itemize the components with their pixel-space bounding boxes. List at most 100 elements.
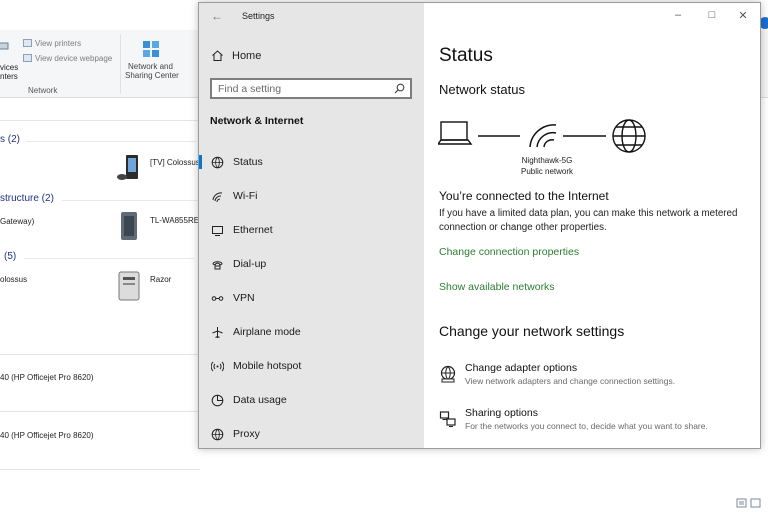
ribbon-group-network: Network bbox=[28, 86, 58, 95]
device-colossus[interactable]: olossus bbox=[0, 275, 27, 284]
show-available-networks-link[interactable]: Show available networks bbox=[439, 281, 555, 293]
device-tv-colossus[interactable]: [TV] Colossus bbox=[150, 158, 200, 167]
network-label: Nighthawk-5G Public network bbox=[516, 155, 578, 177]
sidebar-item-proxy[interactable]: Proxy bbox=[199, 420, 424, 448]
vpn-icon bbox=[210, 291, 224, 305]
limited-plan-text: If you have a limited data plan, you can… bbox=[439, 208, 738, 233]
devices-printers-icon bbox=[0, 42, 9, 50]
group-header-3[interactable]: (5) bbox=[4, 251, 16, 262]
status-icon bbox=[210, 155, 224, 169]
close-button[interactable]: ✕ bbox=[735, 9, 751, 22]
dialup-icon bbox=[210, 257, 224, 271]
connection-status-text: You’re connected to the Internet bbox=[439, 189, 609, 203]
devices-label-line1[interactable]: vices bbox=[0, 63, 18, 72]
extender-device-icon bbox=[121, 212, 137, 240]
sidebar-item-ethernet[interactable]: Ethernet bbox=[199, 216, 424, 244]
sidebar-item-vpn[interactable]: VPN bbox=[199, 284, 424, 312]
media-device-icon bbox=[117, 155, 138, 180]
devices-label-line2[interactable]: nters bbox=[0, 72, 18, 81]
list-divider bbox=[0, 120, 200, 121]
view-device-webpage-label: View device webpage bbox=[35, 54, 113, 63]
maximize-button[interactable]: □ bbox=[704, 9, 720, 21]
view-device-webpage-button[interactable]: View device webpage bbox=[23, 54, 112, 63]
sidebar-section-title: Network & Internet bbox=[210, 115, 304, 127]
sidebar-item-label: Mobile hotspot bbox=[233, 360, 302, 372]
view-printers-button[interactable]: View printers bbox=[23, 39, 81, 48]
webpage-icon bbox=[23, 54, 32, 62]
sidebar-item-label: Wi-Fi bbox=[233, 190, 258, 202]
view-printers-label: View printers bbox=[35, 39, 82, 48]
list-divider bbox=[0, 469, 200, 470]
network-name: Nighthawk-5G bbox=[521, 156, 573, 165]
search-icon[interactable] bbox=[394, 83, 405, 94]
globe-icon bbox=[612, 119, 646, 153]
option-description: View network adapters and change connect… bbox=[465, 376, 676, 386]
airplane-icon bbox=[210, 325, 224, 339]
sidebar-item-wifi[interactable]: Wi-Fi bbox=[199, 182, 424, 210]
device-gateway[interactable]: Gateway) bbox=[0, 217, 34, 226]
network-sharing-label-line1[interactable]: Network and bbox=[128, 62, 173, 71]
device-printer-2[interactable]: 40 (HP Officejet Pro 8620) bbox=[0, 431, 94, 440]
sidebar-item-label: Proxy bbox=[233, 428, 260, 440]
list-divider bbox=[0, 411, 200, 412]
page-title: Status bbox=[439, 45, 493, 66]
sidebar-item-mobile-hotspot[interactable]: Mobile hotspot bbox=[199, 352, 424, 380]
change-settings-heading: Change your network settings bbox=[439, 323, 625, 339]
change-adapter-options-button[interactable]: Change adapter options View network adap… bbox=[439, 362, 675, 386]
home-nav-item[interactable]: Home bbox=[211, 49, 261, 62]
minimize-button[interactable]: – bbox=[670, 9, 686, 21]
back-arrow-icon[interactable]: ← bbox=[211, 9, 223, 23]
adapter-icon bbox=[440, 365, 456, 383]
data-usage-icon bbox=[210, 393, 224, 407]
wifi-signal-icon bbox=[529, 124, 557, 148]
computer-device-icon bbox=[118, 271, 140, 301]
printer-icon bbox=[23, 39, 32, 47]
settings-content: – □ ✕ Status Network status Nighthawk-5G… bbox=[424, 3, 760, 448]
search-placeholder: Find a setting bbox=[218, 82, 282, 95]
sidebar-item-dialup[interactable]: Dial-up bbox=[199, 250, 424, 278]
sharing-options-button[interactable]: Sharing options For the networks you con… bbox=[439, 407, 708, 431]
network-sharing-center-icon bbox=[143, 41, 159, 57]
option-description: For the networks you connect to, decide … bbox=[465, 421, 708, 431]
sidebar-item-label: VPN bbox=[233, 292, 255, 304]
find-setting-search-box[interactable]: Find a setting bbox=[210, 78, 412, 99]
sidebar-item-label: Airplane mode bbox=[233, 326, 301, 338]
sidebar-item-label: Dial-up bbox=[233, 258, 267, 270]
network-status-diagram bbox=[438, 119, 646, 153]
list-divider bbox=[0, 354, 200, 355]
explorer-device-list: s (2) [TV] Colossus structure (2) Gatewa… bbox=[0, 98, 232, 512]
settings-sidebar: ← Settings Home Find a setting Network &… bbox=[199, 3, 424, 448]
device-razor[interactable]: Razor bbox=[150, 275, 171, 284]
home-label: Home bbox=[232, 49, 262, 62]
sidebar-item-status[interactable]: Status bbox=[199, 148, 424, 176]
group-line bbox=[26, 141, 196, 142]
laptop-icon bbox=[438, 121, 473, 145]
sidebar-item-label: Data usage bbox=[233, 394, 287, 406]
network-type: Public network bbox=[520, 167, 574, 176]
option-title: Change adapter options bbox=[465, 362, 578, 374]
wifi-icon bbox=[210, 189, 224, 203]
proxy-icon bbox=[210, 427, 224, 441]
sidebar-item-data-usage[interactable]: Data usage bbox=[199, 386, 424, 414]
group-line bbox=[24, 258, 194, 259]
desktop: vices nters View printers View device we… bbox=[0, 0, 768, 512]
ribbon-divider bbox=[120, 34, 121, 94]
device-tl-wa855re[interactable]: TL-WA855RE bbox=[150, 216, 199, 225]
sidebar-item-label: Ethernet bbox=[233, 224, 273, 236]
explorer-view-toggle-icon[interactable] bbox=[736, 498, 764, 508]
option-title: Sharing options bbox=[465, 407, 538, 419]
window-title: Settings bbox=[242, 11, 275, 21]
sharing-icon bbox=[439, 411, 456, 427]
network-status-heading: Network status bbox=[439, 82, 525, 97]
settings-window: ← Settings Home Find a setting Network &… bbox=[198, 2, 761, 449]
ethernet-icon bbox=[210, 223, 224, 237]
home-icon bbox=[212, 50, 223, 61]
hotspot-icon bbox=[210, 359, 224, 373]
device-printer-1[interactable]: 40 (HP Officejet Pro 8620) bbox=[0, 373, 94, 382]
group-header-2[interactable]: structure (2) bbox=[0, 193, 54, 204]
network-sharing-label-line2[interactable]: Sharing Center bbox=[125, 71, 179, 80]
sidebar-item-label: Status bbox=[233, 156, 263, 168]
change-connection-properties-link[interactable]: Change connection properties bbox=[439, 246, 579, 258]
sidebar-item-airplane-mode[interactable]: Airplane mode bbox=[199, 318, 424, 346]
group-header-1[interactable]: s (2) bbox=[0, 134, 20, 145]
